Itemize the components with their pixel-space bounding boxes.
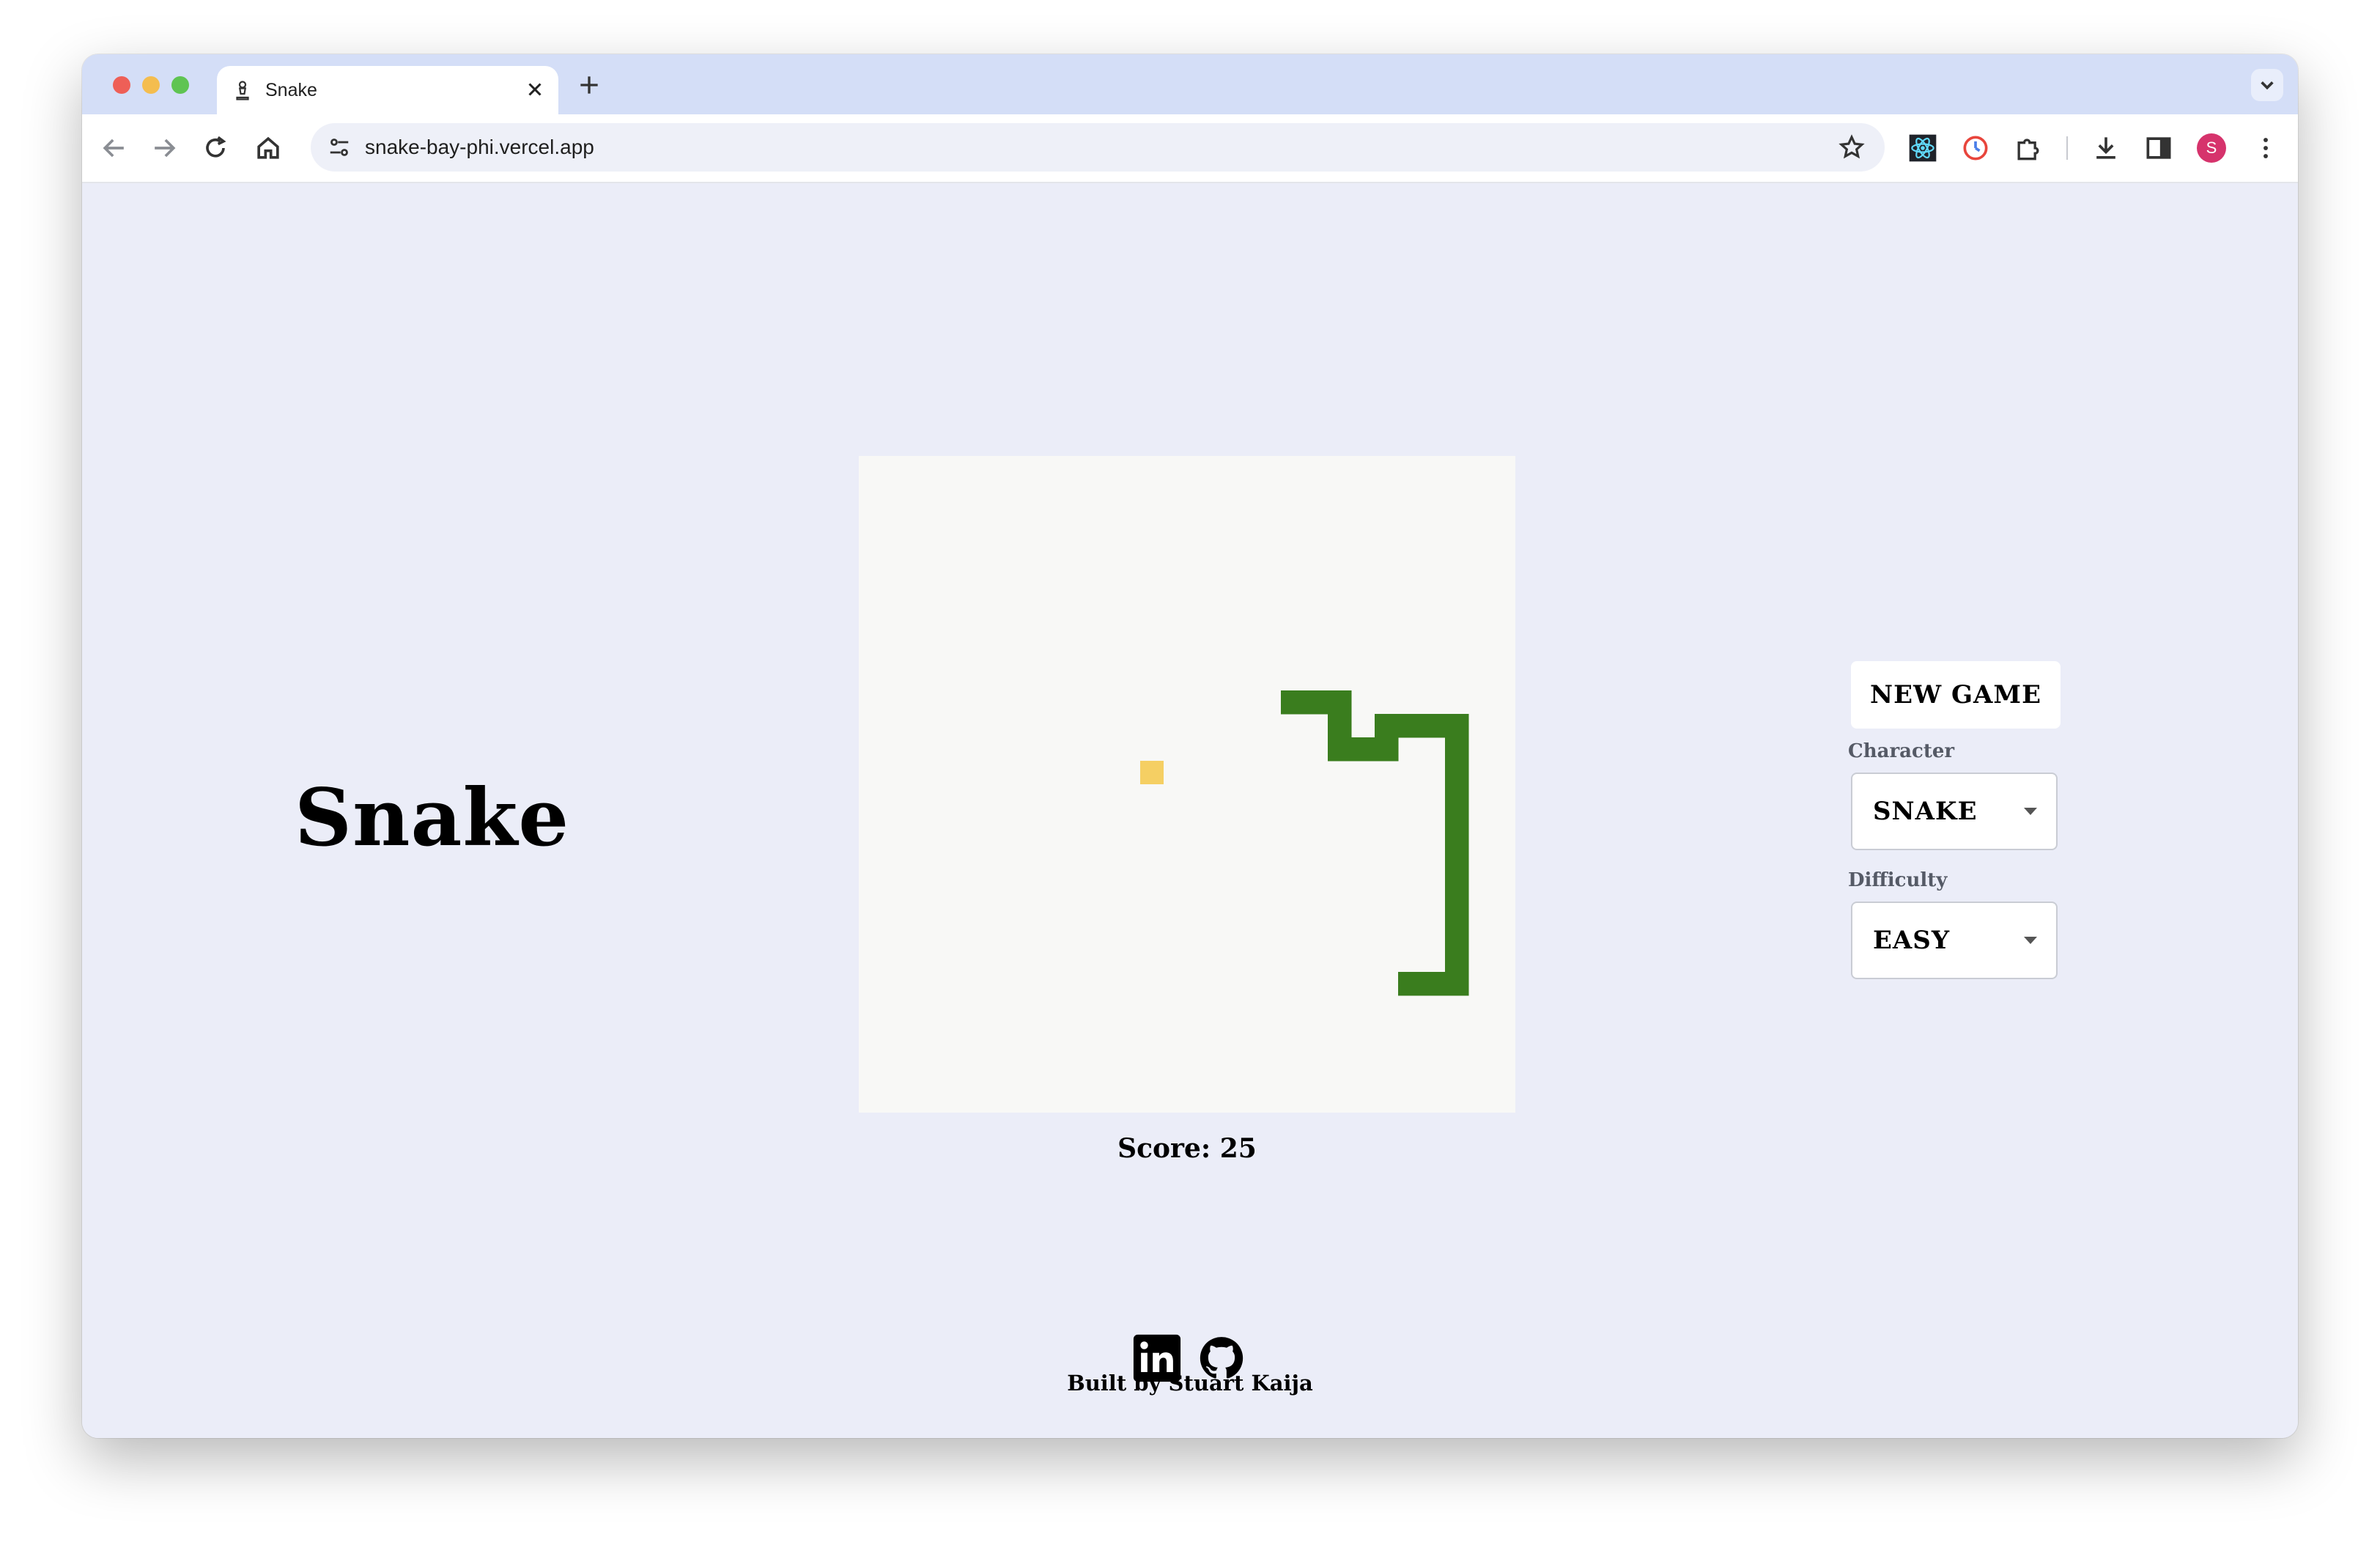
- dropdown-arrow-icon: [2024, 937, 2037, 944]
- close-window-button[interactable]: [113, 76, 130, 94]
- site-settings-icon[interactable]: [324, 132, 355, 163]
- page-content: Snake Score: 25 NEW GAME Character SNAKE…: [82, 183, 2298, 1438]
- snake-segment: [1445, 784, 1469, 808]
- snake-segment: [1328, 737, 1352, 762]
- tab-strip: Snake: [82, 54, 2298, 114]
- back-icon[interactable]: [98, 132, 130, 164]
- bookmark-star-icon[interactable]: [1836, 132, 1867, 163]
- extensions-puzzle-icon[interactable]: [2012, 132, 2044, 164]
- snake-segment: [1281, 690, 1305, 715]
- snake-segment: [1445, 831, 1469, 855]
- snake-segment: [1445, 878, 1469, 902]
- react-devtools-icon[interactable]: [1907, 132, 1939, 164]
- tab-title: Snake: [265, 80, 317, 100]
- snake-segment: [1445, 737, 1469, 762]
- clock-extension-icon[interactable]: [1959, 132, 1992, 164]
- browser-toolbar: snake-bay-phi.vercel.app S: [82, 114, 2298, 183]
- tab-snake[interactable]: Snake: [217, 66, 558, 114]
- snake-segment: [1328, 714, 1352, 738]
- url-text: snake-bay-phi.vercel.app: [365, 136, 594, 158]
- snake-segment: [1328, 690, 1352, 715]
- snake-segment: [1445, 714, 1469, 738]
- snake-segment: [1445, 855, 1469, 879]
- snake-segment: [1398, 714, 1422, 738]
- footer-credit: Built by Stuart Kaija: [1067, 1371, 1313, 1396]
- minimize-window-button[interactable]: [142, 76, 160, 94]
- snake-segment: [1375, 737, 1399, 762]
- game-board[interactable]: [859, 456, 1515, 1113]
- snake-segment: [1351, 737, 1375, 762]
- maximize-window-button[interactable]: [171, 76, 189, 94]
- profile-avatar[interactable]: S: [2197, 133, 2226, 163]
- game-canvas: [1140, 690, 1469, 996]
- dropdown-arrow-icon: [2024, 808, 2037, 815]
- snake-segment: [1398, 972, 1422, 996]
- chess-pawn-icon: [236, 81, 249, 100]
- new-game-button[interactable]: NEW GAME: [1851, 661, 2061, 729]
- snake-segment: [1445, 948, 1469, 973]
- address-bar[interactable]: snake-bay-phi.vercel.app: [311, 123, 1885, 172]
- menu-kebab-icon[interactable]: [2250, 132, 2282, 164]
- character-select[interactable]: SNAKE: [1851, 773, 2058, 850]
- snake-segment: [1304, 690, 1328, 715]
- snake-segment: [1445, 902, 1469, 926]
- toolbar-divider: [2066, 136, 2068, 160]
- snake-segment: [1422, 972, 1446, 996]
- close-tab-icon[interactable]: [522, 76, 548, 103]
- forward-icon[interactable]: [148, 132, 180, 164]
- chevron-down-icon: [2261, 81, 2274, 90]
- browser-window: Snake snake-bay-phi.vercel.app S Snake S…: [82, 54, 2298, 1438]
- snake-segment: [1445, 972, 1469, 996]
- download-icon[interactable]: [2090, 132, 2122, 164]
- snake-segment: [1445, 925, 1469, 949]
- side-panel-icon[interactable]: [2143, 132, 2175, 164]
- snake-segment: [1375, 714, 1399, 738]
- snake-segment: [1445, 808, 1469, 832]
- difficulty-label: Difficulty: [1848, 869, 1948, 891]
- tab-search-button[interactable]: [2251, 69, 2283, 101]
- reload-icon[interactable]: [199, 132, 232, 164]
- page-title: Snake: [295, 772, 570, 864]
- new-tab-icon[interactable]: [574, 70, 604, 100]
- food-item: [1140, 761, 1164, 784]
- snake-segment: [1422, 714, 1446, 738]
- difficulty-select-value: EASY: [1873, 926, 1951, 955]
- difficulty-select[interactable]: EASY: [1851, 902, 2058, 979]
- character-label: Character: [1848, 740, 1955, 762]
- home-icon[interactable]: [252, 132, 284, 164]
- score-text: Score: 25: [1117, 1133, 1257, 1164]
- character-select-value: SNAKE: [1873, 797, 1978, 826]
- snake-segment: [1445, 761, 1469, 785]
